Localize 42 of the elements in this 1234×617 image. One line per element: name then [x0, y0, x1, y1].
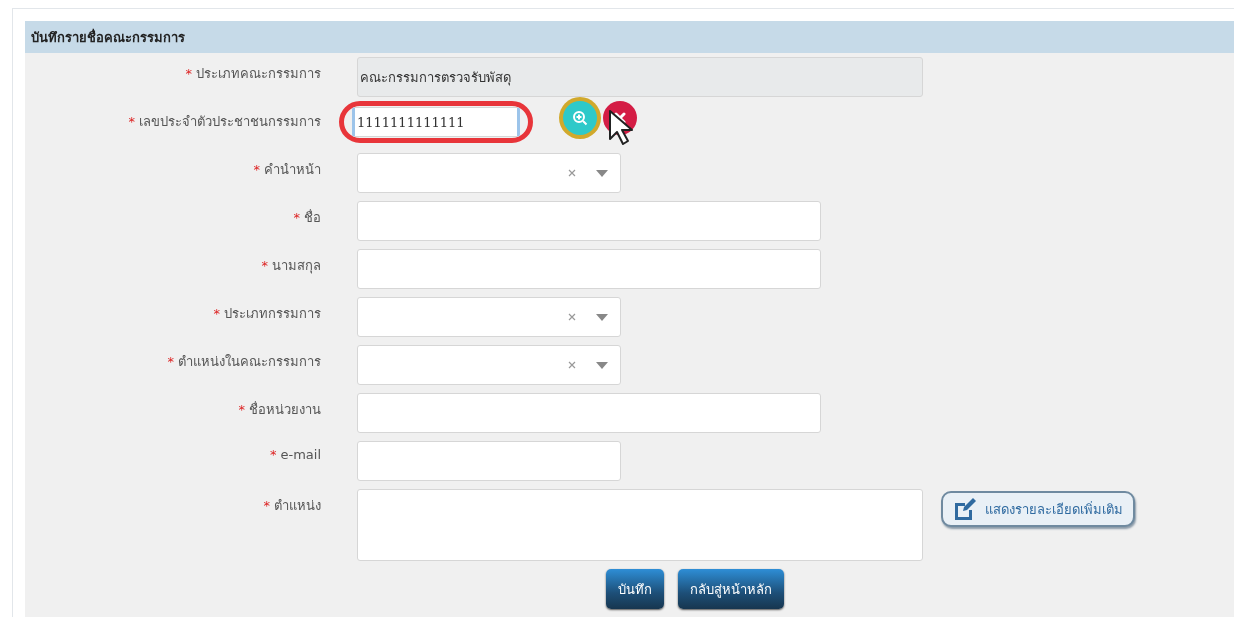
required-mark: *: [253, 162, 260, 177]
textarea-field[interactable]: [357, 489, 923, 561]
field-label: ตำแหน่งในคณะกรรมการ: [178, 354, 321, 369]
field-label: เลขประจำตัวประชาชนกรรมการ: [139, 114, 321, 129]
field-label: e-mail: [280, 447, 321, 462]
select-field[interactable]: [357, 345, 621, 385]
select-field[interactable]: [357, 153, 621, 193]
select-field[interactable]: [357, 297, 621, 337]
clear-icon: [568, 361, 576, 369]
dropdown-caret-icon: [596, 169, 608, 177]
field-label: ประเภทกรรมการ: [224, 306, 321, 321]
id-input-field[interactable]: 1111111111111: [352, 107, 520, 137]
required-mark: *: [263, 498, 270, 513]
field-label: ชื่อ: [304, 210, 321, 225]
field-label: ชื่อหน่วยงาน: [249, 402, 321, 417]
more-details-button[interactable]: แสดงรายละเอียดเพิ่มเติม: [941, 491, 1135, 527]
required-mark: *: [185, 66, 192, 81]
field-label: นามสกุล: [272, 258, 321, 273]
required-mark: *: [167, 354, 174, 369]
required-mark: *: [269, 447, 277, 462]
text-input-field[interactable]: [357, 249, 821, 289]
save-button[interactable]: บันทึก: [605, 569, 664, 609]
field-label: ตำแหน่ง: [274, 498, 321, 513]
back-button[interactable]: กลับสู่หน้าหลัก: [677, 569, 784, 609]
search-icon: [572, 110, 588, 126]
required-mark: *: [261, 258, 268, 273]
field-label: ประเภทคณะกรรมการ: [196, 66, 321, 81]
clear-icon: [568, 169, 576, 177]
required-mark: *: [238, 402, 245, 417]
clear-icon: [568, 313, 576, 321]
text-input-field[interactable]: [357, 393, 821, 433]
panel-title: บันทึกรายชื่อคณะกรรมการ: [31, 27, 185, 47]
required-mark: *: [293, 210, 300, 225]
required-mark: *: [128, 114, 135, 129]
dropdown-caret-icon: [596, 361, 608, 369]
field-label: คำนำหน้า: [264, 162, 321, 177]
readonly-field: คณะกรรมการตรวจรับพัสดุ: [357, 57, 923, 97]
dropdown-caret-icon: [596, 313, 608, 321]
text-input-field[interactable]: [357, 201, 821, 241]
required-mark: *: [213, 306, 220, 321]
edit-icon: [953, 498, 977, 520]
text-input-field[interactable]: [357, 441, 621, 481]
